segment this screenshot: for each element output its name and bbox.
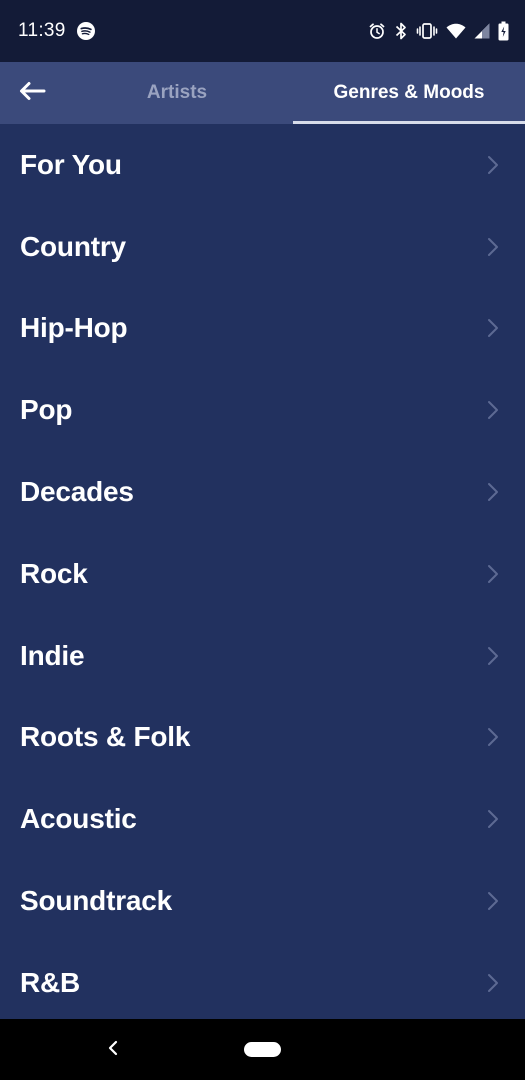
chevron-right-icon [485, 972, 501, 994]
genre-label: Rock [20, 557, 88, 589]
genre-item-hip-hop[interactable]: Hip-Hop [0, 288, 525, 370]
chevron-right-icon [485, 645, 501, 667]
genre-item-rock[interactable]: Rock [0, 533, 525, 615]
genre-label: Indie [20, 639, 85, 671]
genre-label: R&B [20, 966, 81, 998]
genre-item-country[interactable]: Country [0, 206, 525, 288]
signal-icon [474, 23, 490, 39]
tab-artists-label: Artists [146, 82, 208, 103]
alarm-icon [368, 22, 386, 40]
tab-artists[interactable]: Artists [62, 62, 292, 124]
genre-label: Country [20, 230, 126, 262]
genre-label: Acoustic [20, 803, 137, 835]
genre-label: Hip-Hop [20, 312, 128, 344]
home-pill-icon[interactable] [244, 1042, 281, 1057]
status-icons [368, 20, 509, 42]
chevron-right-icon [485, 481, 501, 503]
nav-back-button[interactable] [100, 1037, 126, 1063]
chevron-right-icon [485, 236, 501, 258]
genre-list: For You Country Hip-Hop Pop Decades Rock… [0, 124, 525, 1019]
chevron-right-icon [485, 726, 501, 748]
tab-genres-moods-label: Genres & Moods [333, 82, 485, 103]
battery-icon [498, 21, 509, 41]
chevron-right-icon [485, 399, 501, 421]
back-button[interactable] [12, 75, 52, 111]
genre-item-decades[interactable]: Decades [0, 451, 525, 533]
chevron-right-icon [485, 154, 501, 176]
wifi-icon [446, 23, 466, 39]
chevron-right-icon [485, 317, 501, 339]
tab-genres-moods[interactable]: Genres & Moods [293, 62, 525, 124]
spotify-icon [77, 22, 95, 40]
genre-item-acoustic[interactable]: Acoustic [0, 778, 525, 860]
arrow-left-icon [18, 81, 46, 106]
genre-label: Roots & Folk [20, 721, 191, 753]
status-bar: 11:39 [0, 0, 525, 62]
genre-label: Decades [20, 476, 134, 508]
nav-back-icon [107, 1040, 119, 1061]
chevron-right-icon [485, 563, 501, 585]
genre-item-for-you[interactable]: For You [0, 124, 525, 206]
genre-item-indie[interactable]: Indie [0, 615, 525, 697]
bluetooth-icon [394, 21, 408, 41]
chevron-right-icon [485, 890, 501, 912]
genre-item-r-and-b[interactable]: R&B [0, 942, 525, 1019]
genre-label: For You [20, 148, 122, 180]
chevron-right-icon [485, 808, 501, 830]
vibrate-icon [416, 22, 438, 40]
genre-item-pop[interactable]: Pop [0, 369, 525, 451]
system-nav-bar [0, 1019, 525, 1080]
status-time: 11:39 [18, 20, 66, 41]
genre-item-roots-folk[interactable]: Roots & Folk [0, 697, 525, 779]
genre-label: Pop [20, 394, 73, 426]
genre-label: Soundtrack [20, 885, 173, 917]
tab-header: Artists Genres & Moods [0, 62, 525, 124]
genre-item-soundtrack[interactable]: Soundtrack [0, 860, 525, 942]
